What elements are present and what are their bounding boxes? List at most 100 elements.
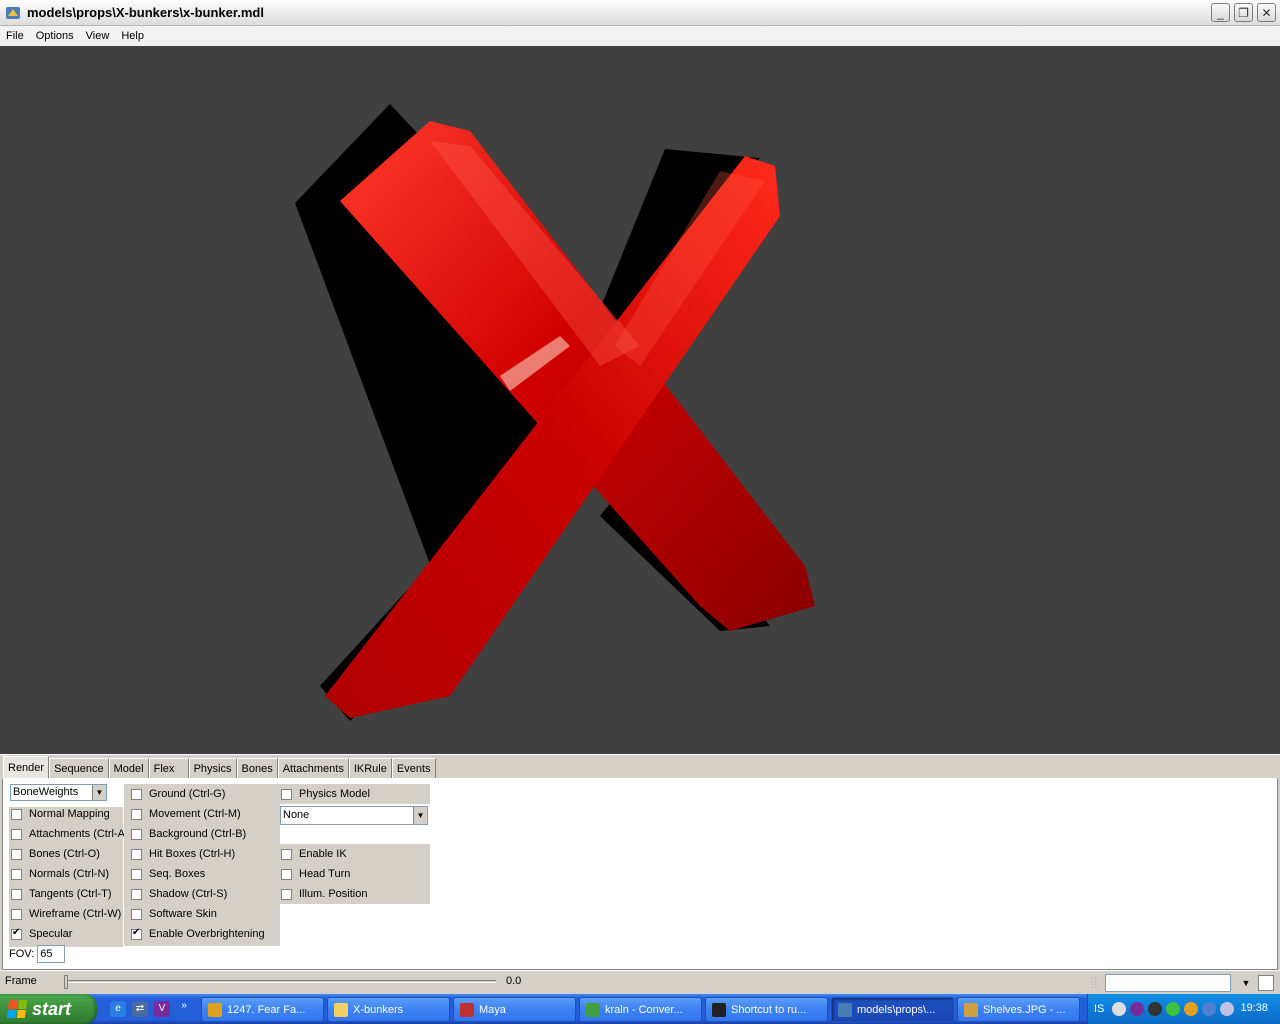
checkbox-box: [131, 888, 142, 900]
steam-icon[interactable]: [1148, 1002, 1163, 1016]
close-icon: ✕: [1261, 5, 1272, 20]
title-bar: models\props\X-bunkers\x-bunker.mdl _ ❐ …: [0, 0, 1280, 26]
minimize-icon: _: [1217, 5, 1224, 20]
checkbox-box: [131, 868, 142, 880]
maya-icon: [460, 1002, 474, 1017]
taskbar-button-fear-factory[interactable]: 1247. Fear Fa...: [201, 997, 324, 1022]
checkbox-box: [131, 788, 142, 800]
menu-options[interactable]: Options: [30, 26, 80, 46]
checkbox-enable-ik[interactable]: Enable IK: [273, 844, 347, 864]
checkbox-box: [131, 828, 142, 840]
fov-label: FOV:: [9, 948, 35, 960]
address-toolbar: ∷ ∷ ▼: [1087, 970, 1280, 996]
taskbar-button-shelves[interactable]: Shelves.JPG - ...: [957, 997, 1080, 1022]
checkbox-head-turn[interactable]: Head Turn: [273, 864, 350, 884]
frame-bar: Frame 0.0 ∷ ∷ ▼: [0, 970, 1280, 996]
fov-control: FOV: 65: [9, 945, 66, 963]
cmd-icon: [712, 1002, 726, 1017]
menu-file[interactable]: File: [0, 26, 30, 46]
system-tray: IS 19:38: [1087, 994, 1280, 1024]
messenger-icon: [586, 1002, 600, 1017]
tab-ikrule[interactable]: IKRule: [348, 758, 392, 778]
checkbox-seq-boxes[interactable]: Seq. Boxes: [123, 864, 205, 884]
3d-viewport[interactable]: [0, 46, 1280, 754]
x-bunker-model: [295, 104, 815, 721]
ie-icon[interactable]: e: [110, 1001, 126, 1017]
physics-model-select[interactable]: None ▼: [280, 806, 428, 825]
address-input[interactable]: [1105, 974, 1231, 992]
checkbox-attachments[interactable]: Attachments (Ctrl-A): [3, 824, 129, 844]
tab-physics[interactable]: Physics: [188, 758, 237, 778]
color-tray-icon[interactable]: [1184, 1002, 1199, 1016]
checkbox-bones[interactable]: Bones (Ctrl-O): [3, 844, 100, 864]
tab-render[interactable]: Render: [3, 756, 50, 778]
model-viewer-icon: [6, 7, 20, 19]
checkbox-enable-overbrightening[interactable]: Enable Overbrightening: [123, 924, 265, 944]
taskbar-button-x-bunkers[interactable]: X-bunkers: [327, 997, 450, 1022]
checkbox-box: [11, 808, 22, 820]
checkbox-hit-boxes[interactable]: Hit Boxes (Ctrl-H): [123, 844, 235, 864]
tab-model[interactable]: Model: [108, 758, 149, 778]
tab-attachments[interactable]: Attachments: [277, 758, 349, 778]
ftp-icon: [208, 1002, 222, 1017]
language-indicator[interactable]: IS: [1094, 1003, 1104, 1015]
checkbox-movement[interactable]: Movement (Ctrl-M): [123, 804, 241, 824]
menu-bar: File Options View Help: [0, 26, 1280, 46]
grip-icon[interactable]: ∷ ∷: [1091, 976, 1103, 991]
start-button[interactable]: start: [0, 994, 97, 1024]
checkbox-background[interactable]: Background (Ctrl-B): [123, 824, 246, 844]
overflow-chevron-icon[interactable]: »: [178, 998, 190, 1014]
model-viewer-icon: [838, 1002, 852, 1017]
checkbox-specular[interactable]: Specular: [3, 924, 72, 944]
checkbox-tangents[interactable]: Tangents (Ctrl-T): [3, 884, 112, 904]
network-tray-icon[interactable]: [1202, 1002, 1217, 1016]
checkbox-box-checked: [131, 927, 142, 940]
monitor-tray-icon[interactable]: [1220, 1002, 1235, 1016]
checkbox-normal-mapping[interactable]: Normal Mapping: [3, 804, 110, 824]
checkbox-box: [11, 888, 22, 900]
tab-sequence[interactable]: Sequence: [49, 758, 109, 778]
vc-tray-icon[interactable]: [1130, 1002, 1145, 1016]
frame-slider-track[interactable]: [64, 980, 496, 983]
vc-icon[interactable]: V: [154, 1001, 170, 1017]
restore-button[interactable]: ❐: [1234, 3, 1253, 22]
menu-view[interactable]: View: [80, 26, 116, 46]
render-tab-page: BoneWeights ▼ Normal Mapping Attachments…: [2, 778, 1278, 970]
tray-arrow-icon[interactable]: [1112, 1002, 1127, 1016]
windows-flag-icon: [6, 1000, 28, 1018]
tab-flex[interactable]: Flex: [148, 758, 189, 778]
fov-input[interactable]: 65: [37, 945, 66, 963]
checkbox-box: [11, 868, 22, 880]
checkbox-shadow[interactable]: Shadow (Ctrl-S): [123, 884, 227, 904]
checkbox-box: [11, 908, 22, 920]
frame-label: Frame: [5, 975, 37, 987]
checkbox-illum-position[interactable]: Illum. Position: [273, 884, 367, 904]
render-mode-select[interactable]: BoneWeights ▼: [10, 784, 107, 801]
tab-events[interactable]: Events: [391, 758, 436, 778]
chevron-down-icon[interactable]: ▼: [1238, 975, 1254, 991]
checkbox-box: [131, 908, 142, 920]
menu-help[interactable]: Help: [115, 26, 150, 46]
chevron-down-icon: ▼: [92, 785, 106, 800]
checkbox-normals[interactable]: Normals (Ctrl-N): [3, 864, 109, 884]
checkbox-wireframe[interactable]: Wireframe (Ctrl-W): [3, 904, 121, 924]
taskbar-button-maya[interactable]: Maya: [453, 997, 576, 1022]
messenger-tray-icon[interactable]: [1166, 1002, 1181, 1016]
minimize-button[interactable]: _: [1211, 3, 1230, 22]
network-icon[interactable]: ⇄: [132, 1001, 148, 1017]
control-panel: Render Sequence Model Flex Physics Bones…: [0, 754, 1280, 970]
go-button[interactable]: [1258, 975, 1274, 991]
checkbox-software-skin[interactable]: Software Skin: [123, 904, 217, 924]
frame-slider-thumb[interactable]: [64, 975, 68, 989]
window-title: models\props\X-bunkers\x-bunker.mdl: [27, 5, 264, 20]
checkbox-physics-model[interactable]: Physics Model: [273, 784, 370, 804]
taskbar-button-kraln[interactable]: kraln - Conver...: [579, 997, 702, 1022]
taskbar-button-models-props[interactable]: models\props\...: [831, 997, 954, 1022]
checkbox-ground[interactable]: Ground (Ctrl-G): [123, 784, 225, 804]
frame-value: 0.0: [506, 975, 522, 987]
tab-bones[interactable]: Bones: [236, 758, 278, 778]
checkbox-box: [11, 828, 22, 840]
taskbar-button-shortcut[interactable]: Shortcut to ru...: [705, 997, 828, 1022]
close-button[interactable]: ✕: [1257, 3, 1276, 22]
render-mode-value: BoneWeights: [13, 786, 79, 798]
